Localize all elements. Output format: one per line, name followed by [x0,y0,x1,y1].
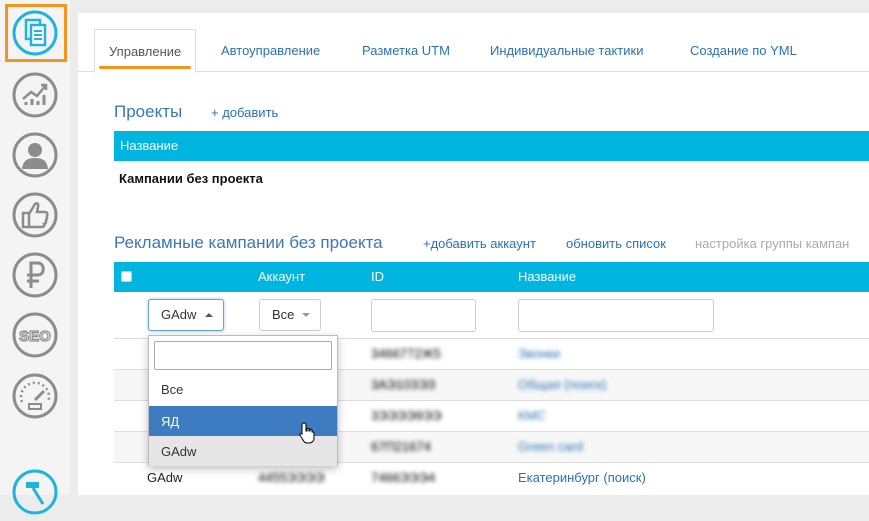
id-filter-input[interactable] [371,299,476,332]
hammer-icon[interactable] [11,468,59,516]
growth-chart-icon[interactable] [11,71,59,119]
column-id: ID [371,269,384,284]
column-name: Название [518,269,577,284]
campaigns-table-header: Аккаунт ID Название [114,262,869,292]
speedometer-icon[interactable] [11,372,59,420]
seo-icon[interactable]: SEO [11,311,59,359]
project-row-no-project[interactable]: Кампании без проекта [119,171,263,186]
add-account-link[interactable]: +добавить аккаунт [423,236,536,251]
account-filter-value: Все [272,307,295,322]
campaign-id: 3ЭЭЭЭ9ЭЭ [371,408,442,423]
caret-up-icon [205,313,213,317]
projects-table-header: Название [114,131,869,161]
ruble-icon[interactable] [11,251,59,299]
campaign-account: 4455ЭЭЭЭ [258,470,325,485]
campaign-name-link[interactable]: Звонки [518,346,560,361]
documents-icon[interactable] [11,9,59,57]
campaign-name-link[interactable]: Green card [518,439,583,454]
account-filter-dropdown[interactable]: Все [259,299,321,331]
tab-utm[interactable]: Разметка UTM [362,29,450,72]
tab-individual-tactics[interactable]: Индивидуальные тактики [490,29,643,72]
tab-management-label: Управление [109,44,182,59]
column-account: Аккаунт [258,269,306,284]
campaign-system: GAdw [147,470,183,485]
tab-bar: Управление Автоуправление Разметка UTM И… [78,29,869,73]
group-settings-link[interactable]: настройка группы кампан [695,236,849,251]
main-panel: Управление Автоуправление Разметка UTM И… [78,13,869,495]
dropdown-search-input[interactable] [154,341,332,370]
name-filter-input[interactable] [518,299,714,332]
sidebar: SEO [0,0,70,515]
tab-yml[interactable]: Создание по YML [690,29,797,72]
campaign-id: 3АЭ10ЗЭЗ [371,377,436,392]
campaign-id: 67П21674 [371,439,431,454]
tab-active-underline [99,66,192,69]
user-icon[interactable] [11,131,59,179]
campaign-id: 7466ЭЭЭ4 [371,470,436,485]
projects-title: Проекты [114,102,183,121]
select-all-checkbox[interactable] [121,271,132,282]
tab-management[interactable]: Управление [94,29,197,73]
refresh-list-link[interactable]: обновить список [566,236,666,251]
campaign-name-link[interactable]: КМС [518,408,546,423]
projects-column-name: Название [120,138,179,153]
tab-auto-management[interactable]: Автоуправление [221,29,320,72]
seo-icon-label: SEO [19,328,51,345]
campaign-id: 3466772Ж5 [371,346,441,361]
add-project-link[interactable]: + добавить [211,105,278,120]
dropdown-option-all[interactable]: Все [149,374,337,406]
system-filter-value: GAdw [161,307,197,322]
campaign-name-link[interactable]: Екатеринбург (поиск) [518,470,646,485]
campaign-name-link[interactable]: Общая (поиск) [518,377,607,392]
thumbs-up-icon[interactable] [11,191,59,239]
caret-down-icon [302,313,310,317]
campaigns-title: Рекламные кампании без проекта [114,233,383,252]
table-row[interactable]: GAdw 4455ЭЭЭЭ 7466ЭЭЭ4 Екатеринбург (пои… [114,462,869,493]
hand-cursor-icon [299,422,315,449]
system-filter-dropdown[interactable]: GAdw [148,299,224,331]
